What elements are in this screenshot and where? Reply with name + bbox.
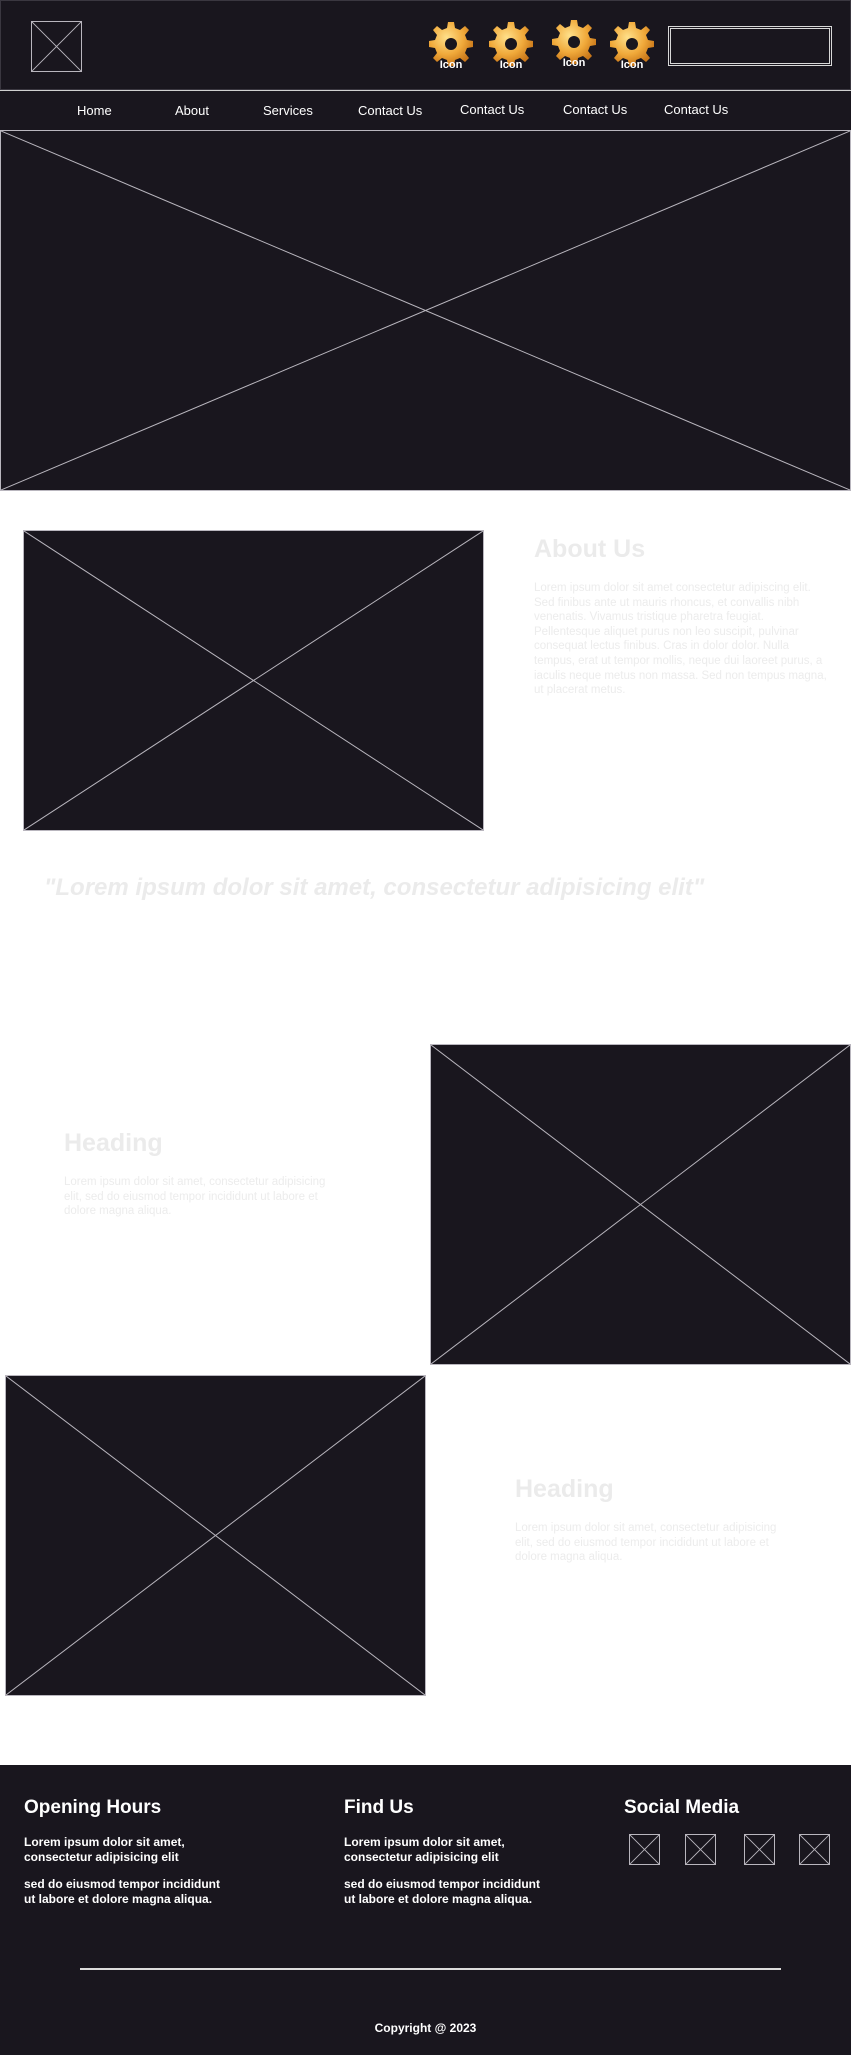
nav-item-contact-4[interactable]: Contact Us bbox=[664, 102, 728, 117]
header-icon-button-2[interactable]: Icon bbox=[486, 19, 536, 75]
nav-item-home[interactable]: Home bbox=[77, 103, 112, 118]
nav-item-about[interactable]: About bbox=[175, 103, 209, 118]
feature-1-heading: Heading bbox=[64, 1129, 163, 1157]
footer-find-line-2: sed do eiusmod tempor incididunt ut labo… bbox=[344, 1877, 541, 1906]
footer-social-title: Social Media bbox=[624, 1797, 740, 1818]
about-title: About Us bbox=[534, 535, 646, 563]
icon-label: Icon bbox=[439, 59, 463, 71]
nav-item-contact-1[interactable]: Contact Us bbox=[358, 103, 422, 118]
footer-opening-line-1: Lorem ipsum dolor sit amet, consectetur … bbox=[24, 1835, 185, 1864]
quote-text: "Lorem ipsum dolor sit amet, consectetur… bbox=[44, 874, 705, 901]
nav-item-contact-2[interactable]: Contact Us bbox=[460, 102, 524, 117]
feature-2-body: Lorem ipsum dolor sit amet, consectetur … bbox=[515, 1522, 777, 1564]
nav-item-services[interactable]: Services bbox=[263, 103, 313, 118]
social-link-2[interactable] bbox=[685, 1834, 716, 1865]
icon-label: Icon bbox=[562, 57, 586, 69]
footer-opening-line-2: sed do eiusmod tempor incididunt ut labo… bbox=[24, 1877, 221, 1906]
header-icon-button-4[interactable]: Icon bbox=[607, 19, 657, 75]
icon-label: Icon bbox=[499, 59, 523, 71]
main-nav: Home About Services Contact Us Contact U… bbox=[0, 90, 851, 131]
footer-divider bbox=[80, 1968, 781, 1970]
header-icon-button-1[interactable]: Icon bbox=[426, 19, 476, 75]
about-image-placeholder bbox=[23, 530, 484, 831]
icon-label: Icon bbox=[620, 59, 644, 71]
search-input[interactable] bbox=[668, 26, 832, 66]
feature-2-image-placeholder bbox=[5, 1375, 426, 1696]
social-link-4[interactable] bbox=[799, 1834, 830, 1865]
feature-1-image-placeholder bbox=[430, 1044, 851, 1365]
social-link-1[interactable] bbox=[629, 1834, 660, 1865]
header-icon-button-3[interactable]: Icon bbox=[549, 17, 599, 73]
footer-find-title: Find Us bbox=[344, 1797, 414, 1818]
site-header: Icon Icon Icon Icon bbox=[0, 0, 851, 90]
about-body: Lorem ipsum dolor sit amet consectetur a… bbox=[534, 582, 827, 697]
feature-1-body: Lorem ipsum dolor sit amet, consectetur … bbox=[64, 1176, 326, 1218]
feature-2-heading: Heading bbox=[515, 1475, 614, 1503]
social-link-3[interactable] bbox=[744, 1834, 775, 1865]
footer-find-line-1: Lorem ipsum dolor sit amet, consectetur … bbox=[344, 1835, 505, 1864]
copyright-text: Copyright @ 2023 bbox=[374, 2021, 477, 2035]
hero-image-placeholder bbox=[0, 130, 851, 491]
nav-item-contact-3[interactable]: Contact Us bbox=[563, 102, 627, 117]
logo-placeholder[interactable] bbox=[31, 21, 82, 72]
footer-opening-title: Opening Hours bbox=[24, 1797, 162, 1818]
